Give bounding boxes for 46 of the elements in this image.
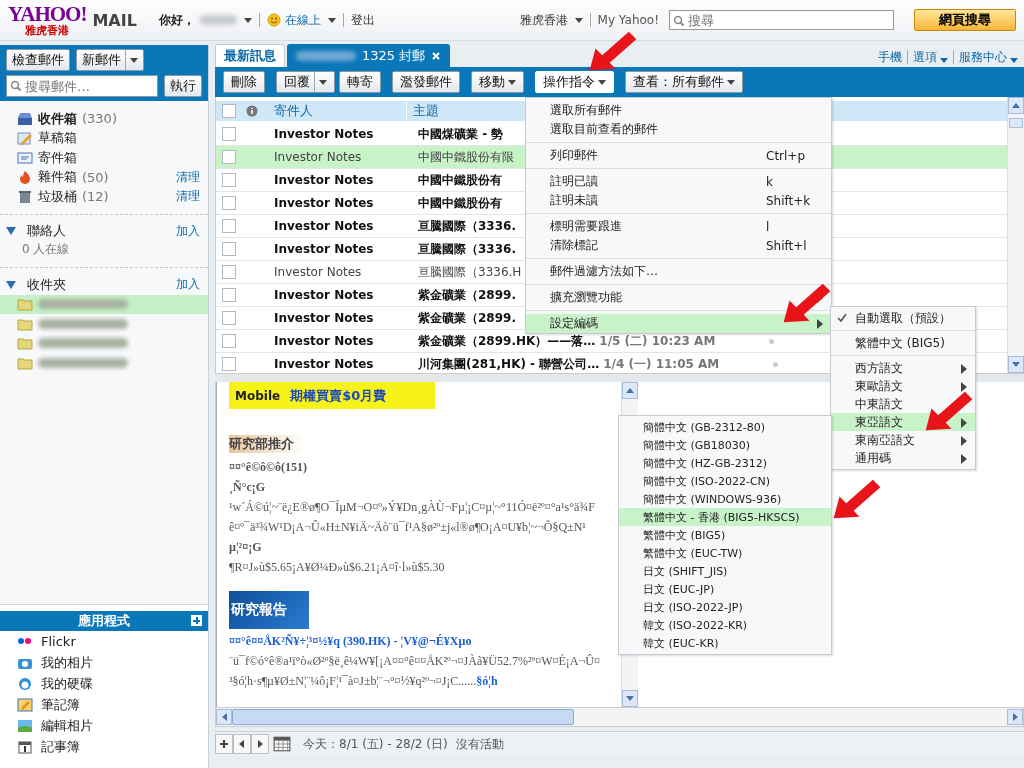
sender-cell-text: Investor Notes [273, 288, 375, 302]
section-title: 收件夾 [27, 275, 66, 294]
body-text: ¸Ñ°c¡G [229, 479, 266, 496]
sender-cell-text: Investor Notes [273, 265, 363, 279]
calendar-status: 沒有活動 [455, 735, 504, 753]
body-text: ê¤º¯ä³¾W¹D¡A¬Û«H±N¥iÄ~Äò¨ü¯f¹A§ø²º±j«l®ø¶O¡A¤U¥b¦~¬Õ§Q±N¹ [229, 519, 586, 536]
sender-cell-text: Investor Notes [273, 334, 375, 348]
body-text: ¤¤°ê©ô©ô(151) [229, 459, 308, 476]
sender-cell-text: Investor Notes [273, 357, 375, 371]
subject-cell-text: 中國中鐵股份有限 [417, 148, 514, 166]
panel-title: 應用程式 [78, 612, 130, 630]
body-text: ¹w´Á©ú¦~¨ë¿E®ø¶O¯ÍµM¬O¤º»Ý¥Dn¸gÀÙ¬Fµ¦¡C¤µ¦~°11Ó¤ë²º¤°a¹s°ä¾F [229, 499, 595, 516]
sender-cell-text: Investor Notes [273, 242, 375, 256]
subject-cell-text: 亘騰國際（3336. [417, 240, 516, 258]
body-text: µ¦²¤¡G [229, 539, 262, 556]
calendar-range: 今天：8/1 (五) - 28/2 (日) [303, 735, 448, 753]
body-text: ¨ü¯f©ó°ê®a¹ï°ò«Ø²º§ë¸ê¼W¥[¡A¤¤°ê¤¤ÅK²º¬¤JÀã¥Ü52.7%²º¤W¤É¡A¬Û¤ [229, 653, 600, 670]
subject-cell-text: 中國中鐵股份有 [417, 171, 502, 189]
subject-cell-text: 紫金礦業（2899. [417, 286, 516, 304]
subject-cell-text: 川河集團(281,HK) - 聯營公司… [417, 355, 600, 373]
date-cell-text: 1/4 (一) 11:05 AM [603, 355, 721, 373]
sender-cell-text: Investor Notes [273, 311, 375, 325]
sender-cell-text: Investor Notes [273, 219, 375, 233]
report-banner: 研究報告 [229, 591, 309, 629]
body-text: ³§ó¦h·s¶µ¥Ø±N¦¨¼ô¡F¦¹¯à¤J±b¦¨¬°¤½¥q²º¬¤J¡C...... [229, 674, 477, 688]
subject-cell-text: 紫金礦業（2899. [417, 309, 516, 327]
sender-cell-text: Investor Notes [273, 127, 375, 141]
subject-cell-text: 紫金礦業（2899.HK）——落… [417, 332, 596, 350]
sender-cell-text: Investor Notes [273, 150, 363, 164]
subject-cell-text: 亘騰國際（3336.H [417, 263, 522, 281]
online-count: 0 人在線 [21, 241, 71, 258]
section-heading: 研究部推介 [229, 435, 303, 453]
ad-banner: Mobile 期權買賣$0月費 [229, 382, 435, 409]
folder-count: (12) [82, 189, 109, 205]
section-title: 聯絡人 [27, 222, 66, 241]
date-cell-text: 1/5 (二) 10:23 AM [599, 332, 717, 350]
subject-cell-text: 中國煤礦業 - 勢 [417, 125, 504, 143]
folder-count: (330) [82, 111, 117, 127]
body-text: ¶R¤J»ù$5.65¡A¥Ø¼Ð»ù$6.21¡A¤î·l»ù$5.30 [229, 559, 445, 576]
greeting: 你好， [158, 11, 195, 29]
sender-cell-text: Investor Notes [273, 173, 375, 187]
subject-cell-text: 亘騰國際（3336. [417, 217, 516, 235]
folder-count: (50) [82, 169, 109, 185]
product-name: MAIL [92, 10, 137, 30]
subject-cell-text: 中國中鐵股份有 [417, 194, 502, 212]
sender-cell-text: Investor Notes [273, 196, 375, 210]
